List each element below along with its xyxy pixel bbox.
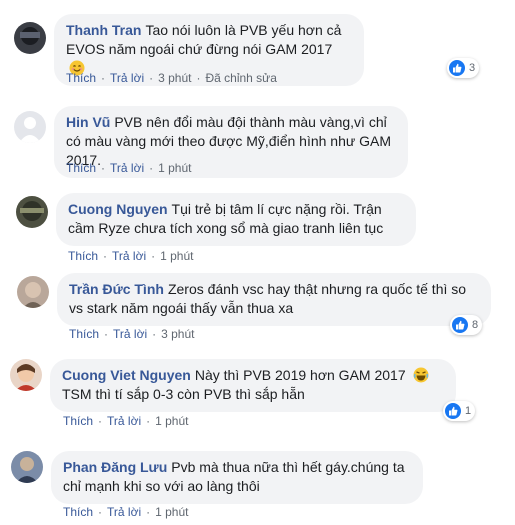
reaction-number: 1: [465, 405, 472, 417]
comment-actions: Thích · Trả lời · 1 phút: [66, 161, 192, 175]
comment-actions: Thích · Trả lời · 3 phút: [69, 327, 195, 341]
avatar[interactable]: [17, 276, 49, 308]
avatar[interactable]: [10, 359, 42, 391]
reply-link[interactable]: Trả lời: [107, 505, 141, 519]
reaction-count[interactable]: 3: [447, 58, 480, 78]
reply-link[interactable]: Trả lời: [113, 327, 147, 341]
comment-author[interactable]: Hin Vũ: [66, 114, 110, 130]
laughing-face-icon: [413, 367, 429, 383]
like-link[interactable]: Thích: [66, 161, 96, 175]
comment-text: Này thì PVB 2019 hơn GAM 2017: [194, 367, 406, 383]
like-link[interactable]: Thích: [69, 327, 99, 341]
comment-time[interactable]: 1 phút: [155, 414, 188, 428]
reply-link[interactable]: Trả lời: [107, 414, 141, 428]
avatar[interactable]: [14, 22, 46, 54]
avatar[interactable]: [14, 111, 46, 143]
comment-bubble: Trần Đức Tình Zeros đánh vsc hay thật như…: [57, 273, 491, 326]
edited-label[interactable]: Đã chỉnh sửa: [205, 71, 276, 85]
avatar[interactable]: [11, 451, 43, 483]
comment-bubble: Cuong Viet Nguyen Này thì PVB 2019 hơn GA…: [50, 359, 456, 412]
comment-author[interactable]: Thanh Tran: [66, 22, 141, 38]
comment-time[interactable]: 1 phút: [158, 161, 191, 175]
like-link[interactable]: Thích: [63, 414, 93, 428]
comment-author[interactable]: Cuong Viet Nguyen: [62, 367, 191, 383]
reaction-number: 3: [469, 62, 476, 74]
comment-text-line2: TSM thì tí sắp 0-3 còn PVB thì sắp hẵn: [62, 386, 305, 402]
like-link[interactable]: Thích: [63, 505, 93, 519]
reply-link[interactable]: Trả lời: [110, 161, 144, 175]
comment-author[interactable]: Phan Đăng Lưu: [63, 459, 167, 475]
comment-time[interactable]: 1 phút: [160, 249, 193, 263]
comment-actions: Thích · Trả lời · 1 phút: [68, 249, 194, 263]
reaction-count[interactable]: 1: [443, 401, 476, 421]
like-icon: [452, 317, 468, 333]
comment-bubble: Cuong Nguyen Tụi trẻ bị tâm lí cực nặng r…: [56, 193, 416, 246]
comment-actions: Thích · Trả lời · 3 phút · Đã chỉnh sửa: [66, 71, 277, 85]
reaction-count[interactable]: 8: [450, 315, 483, 335]
comment-time[interactable]: 1 phút: [155, 505, 188, 519]
like-link[interactable]: Thích: [68, 249, 98, 263]
avatar[interactable]: [16, 196, 48, 228]
reply-link[interactable]: Trả lời: [110, 71, 144, 85]
reaction-number: 8: [472, 319, 479, 331]
like-icon: [449, 60, 465, 76]
comment-time[interactable]: 3 phút: [158, 71, 191, 85]
comment-actions: Thích · Trả lời · 1 phút: [63, 505, 189, 519]
comment-author[interactable]: Trần Đức Tình: [69, 281, 164, 297]
comment-bubble: Phan Đăng Lưu Pvb mà thua nữa thì hết gáy…: [51, 451, 423, 504]
like-link[interactable]: Thích: [66, 71, 96, 85]
like-icon: [445, 403, 461, 419]
comment-author[interactable]: Cuong Nguyen: [68, 201, 168, 217]
reply-link[interactable]: Trả lời: [112, 249, 146, 263]
comment-time[interactable]: 3 phút: [161, 327, 194, 341]
comment-actions: Thích · Trả lời · 1 phút: [63, 414, 189, 428]
comment-text: PVB nên đổi màu đội thành màu vàng,vì ch…: [66, 114, 392, 168]
